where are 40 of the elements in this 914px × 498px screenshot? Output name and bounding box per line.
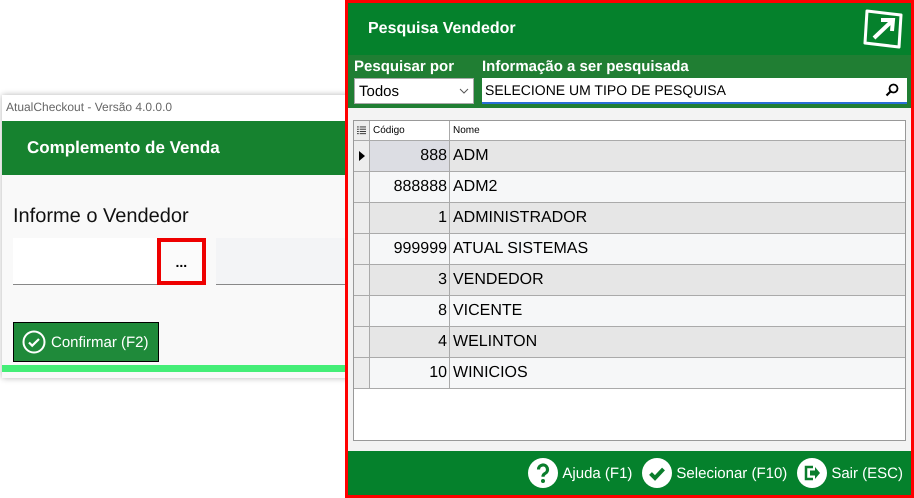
table-cell: 888	[370, 141, 450, 171]
search-type-dropdown[interactable]: Todos	[354, 78, 474, 104]
table-cell: 1	[370, 203, 450, 233]
exit-icon	[797, 458, 828, 488]
dialog-title: Pesquisa Vendedor	[368, 20, 516, 38]
table-cell-text: ATUAL SISTEMAS	[452, 239, 590, 259]
column-header[interactable]: Código	[370, 121, 450, 140]
select-button[interactable]: Selecionar (F10)	[642, 458, 788, 488]
table-cell-text: ADMINISTRADOR	[452, 208, 588, 228]
exit-button[interactable]: Sair (ESC)	[797, 458, 903, 488]
form-title: Complemento de Venda	[27, 138, 220, 158]
check-icon	[642, 458, 672, 488]
arrow-logo-icon	[861, 7, 905, 51]
row-indicator[interactable]	[354, 141, 370, 171]
help-button[interactable]: Ajuda (F1)	[528, 458, 632, 488]
help-icon	[528, 458, 558, 488]
table-cell: 4	[370, 327, 450, 357]
search-field[interactable]: SELECIONE UM TIPO DE PESQUISA	[482, 78, 907, 104]
table-cell-text: VICENTE	[452, 301, 524, 321]
table-cell: 999999	[370, 234, 450, 264]
table-cell: 10	[370, 358, 450, 388]
chevron-down-icon	[459, 88, 469, 94]
table-cell-text: ADM2	[452, 177, 498, 197]
check-circle-icon	[22, 330, 46, 354]
browse-button[interactable]: ...	[156, 238, 206, 285]
field-label: Informe o Vendedor	[13, 205, 190, 228]
table-cell: 8	[370, 296, 450, 326]
table-cell: 888888	[370, 172, 450, 202]
field-label: Pesquisar por	[354, 58, 456, 77]
row-pointer-icon	[358, 151, 364, 161]
confirm-button[interactable]: Confirmar (F2)	[13, 322, 159, 362]
search-icon	[885, 83, 899, 97]
table-cell-text: WELINTON	[452, 332, 538, 352]
field-label: Informação a ser pesquisada	[482, 58, 690, 77]
table-cell: 3	[370, 265, 450, 295]
table-cell-text: ADM	[452, 146, 490, 166]
table-cell-text: WINICIOS	[452, 363, 529, 383]
column-list-icon	[357, 126, 366, 135]
table-cell-text: VENDEDOR	[452, 270, 545, 290]
column-header[interactable]: Nome	[450, 121, 905, 140]
